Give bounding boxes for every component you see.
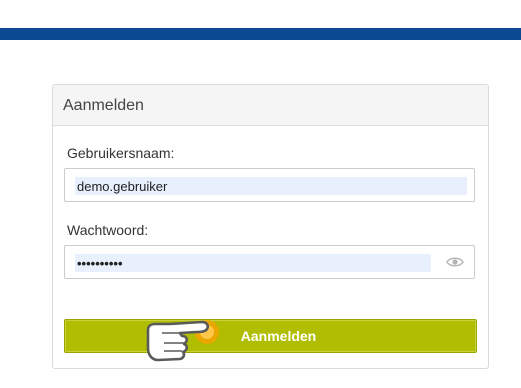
eye-icon[interactable] — [446, 256, 464, 268]
submit-login-button[interactable]: Aanmelden — [64, 319, 477, 353]
login-panel: Aanmelden Gebruikersnaam: Wachtwoord: Aa… — [52, 84, 489, 369]
password-input[interactable] — [75, 254, 431, 272]
panel-title: Aanmelden — [53, 85, 488, 126]
username-label: Gebruikersnaam: — [67, 145, 175, 161]
hand-pointer-icon — [146, 320, 219, 362]
password-label: Wachtwoord: — [67, 222, 149, 238]
submit-login-label: Aanmelden — [240, 328, 317, 344]
password-field[interactable] — [64, 245, 475, 279]
username-input[interactable] — [75, 177, 467, 195]
username-field[interactable] — [64, 168, 475, 202]
top-header-bar — [0, 28, 521, 40]
